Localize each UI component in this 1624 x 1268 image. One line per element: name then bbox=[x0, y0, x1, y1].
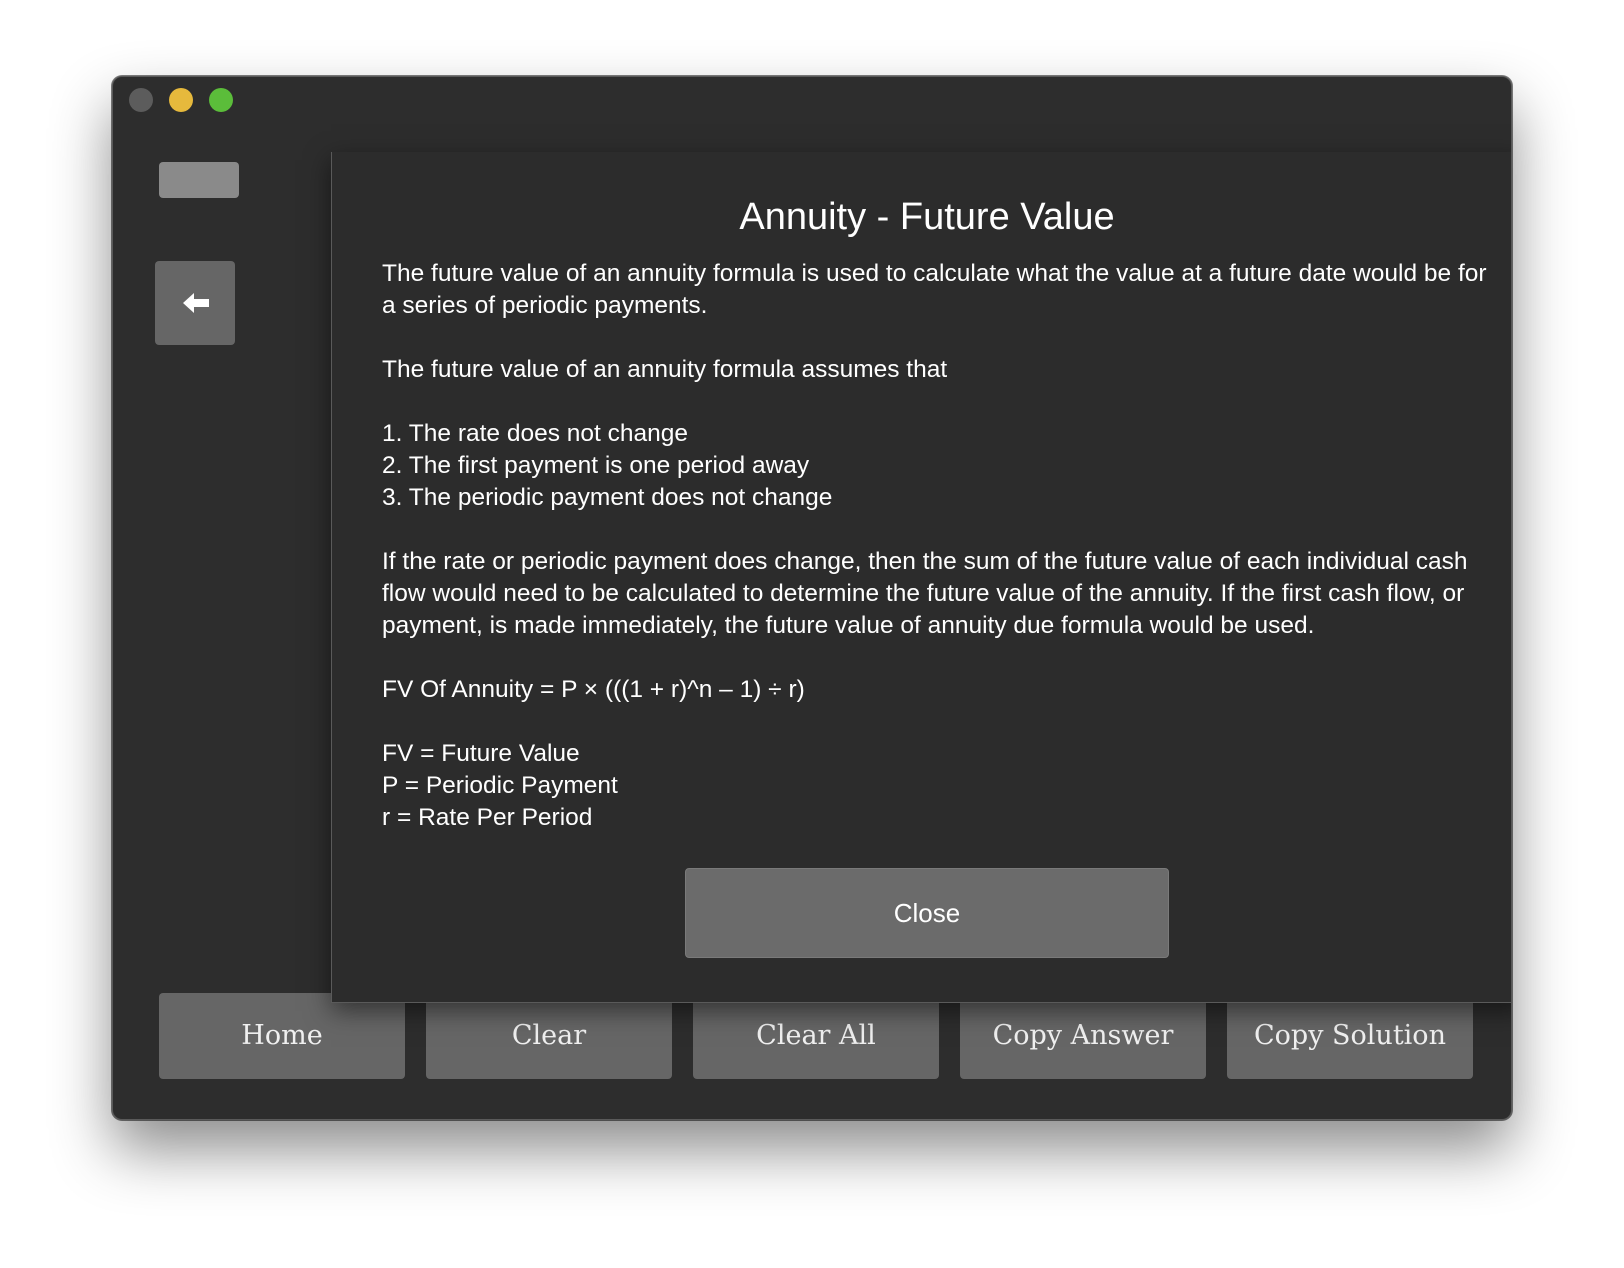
paragraph-intro: The future value of an annuity formula i… bbox=[382, 260, 1487, 319]
sheet-title: Annuity - Future Value bbox=[739, 196, 1115, 238]
bottom-toolbar: Home Clear Clear All Copy Answer Copy So… bbox=[159, 993, 1473, 1079]
app-window: ets ? Home Clear Clear All Copy Answer C… bbox=[112, 76, 1512, 1120]
clear-all-button[interactable]: Clear All bbox=[693, 993, 939, 1079]
home-button[interactable]: Home bbox=[159, 993, 405, 1079]
assumptions-list: 1. The rate does not change 2. The first… bbox=[382, 420, 833, 511]
close-button[interactable]: Close bbox=[685, 868, 1169, 958]
paragraph-assumes: The future value of an annuity formula a… bbox=[382, 356, 948, 383]
paragraph-explanation: If the rate or periodic payment does cha… bbox=[382, 548, 1468, 639]
clear-button[interactable]: Clear bbox=[426, 993, 672, 1079]
top-left-button[interactable] bbox=[159, 162, 239, 198]
sheet-text-scroll[interactable]: The future value of an annuity formula i… bbox=[382, 258, 1492, 846]
window-maximize-button[interactable] bbox=[209, 88, 233, 112]
variable-definitions: FV = Future Value P = Periodic Payment r… bbox=[382, 740, 618, 831]
copy-answer-button[interactable]: Copy Answer bbox=[960, 993, 1206, 1079]
copy-solution-button[interactable]: Copy Solution bbox=[1227, 993, 1473, 1079]
formula: FV Of Annuity = P × (((1 + r)^n – 1) ÷ r… bbox=[382, 676, 805, 703]
help-sheet: Annuity - Future Value The future value … bbox=[331, 152, 1511, 1003]
window-close-button[interactable] bbox=[129, 88, 153, 112]
arrow-left-icon bbox=[183, 293, 209, 313]
back-button[interactable] bbox=[155, 261, 235, 345]
window-minimize-button[interactable] bbox=[169, 88, 193, 112]
